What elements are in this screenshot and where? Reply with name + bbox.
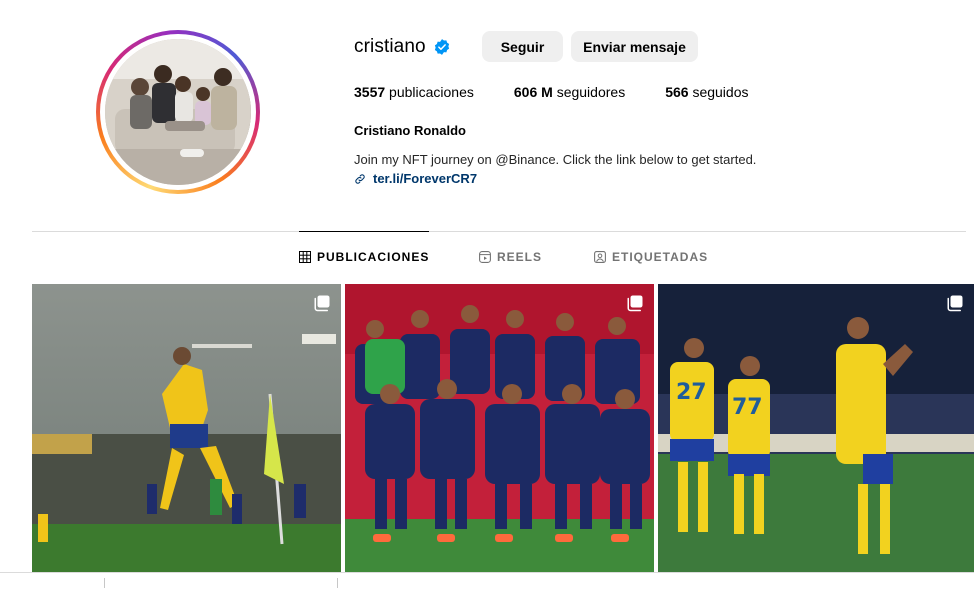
svg-text:27: 27 — [676, 380, 707, 405]
grid-icon — [299, 250, 311, 263]
followers-count: 606 M — [513, 84, 553, 100]
tab-reels[interactable]: REELS — [479, 232, 542, 282]
footer-divider — [0, 572, 974, 573]
full-name: Cristiano Ronaldo — [354, 123, 466, 138]
link-icon — [355, 173, 365, 184]
footer-separator — [337, 578, 338, 588]
avatar[interactable] — [105, 39, 251, 185]
bio-text: Join my NFT journey on @Binance. Click t… — [354, 152, 757, 167]
tab-posts[interactable]: PUBLICACIONES — [299, 231, 430, 281]
avatar-family-photo — [105, 39, 251, 185]
verified-badge-icon — [434, 39, 449, 55]
tab-tagged-label: ETIQUETADAS — [612, 250, 709, 264]
following-stat[interactable]: 566 seguidos — [665, 84, 748, 100]
posts-label: publicaciones — [389, 84, 474, 100]
followers-label: seguidores — [556, 84, 626, 100]
posts-count: 3557 — [354, 84, 386, 100]
multiple-posts-icon — [947, 295, 963, 312]
post-tile[interactable]: 27 77 — [658, 284, 974, 572]
profile-link[interactable]: ter.li/ForeverCR7 — [354, 171, 477, 186]
profile-stats: 3557 publicaciones 606 M seguidores 566 … — [354, 84, 789, 100]
profile-tabs: PUBLICACIONES REELS ETIQUETADAS — [0, 231, 974, 282]
svg-text:77: 77 — [732, 395, 763, 420]
posts-stat: 3557 publicaciones — [354, 84, 474, 100]
post-image-goal-celebration: 27 77 — [658, 284, 974, 572]
tagged-icon — [594, 251, 606, 263]
post-tile[interactable] — [345, 284, 654, 572]
tab-tagged[interactable]: ETIQUETADAS — [594, 232, 708, 282]
post-image-team-photo — [345, 284, 654, 572]
multiple-posts-icon — [314, 295, 330, 312]
footer-separator — [104, 578, 105, 588]
post-image-celebration — [32, 284, 341, 572]
username[interactable]: cristiano — [354, 36, 426, 58]
tab-reels-label: REELS — [497, 250, 543, 264]
followers-stat[interactable]: 606 M seguidores — [514, 84, 625, 100]
posts-grid: 27 77 — [32, 284, 974, 572]
reels-icon — [479, 251, 491, 263]
profile-avatar-story-ring[interactable] — [96, 30, 260, 194]
username-row: cristiano — [354, 31, 451, 63]
following-count: 566 — [665, 84, 689, 100]
send-message-button[interactable]: Enviar mensaje — [571, 31, 698, 62]
tab-posts-label: PUBLICACIONES — [317, 249, 430, 264]
follow-button[interactable]: Seguir — [482, 31, 563, 62]
avatar-frame — [100, 34, 256, 190]
following-label: seguidos — [692, 84, 749, 100]
post-tile[interactable] — [32, 284, 341, 572]
multiple-posts-icon — [627, 295, 643, 312]
profile-link-text[interactable]: ter.li/ForeverCR7 — [373, 171, 477, 186]
